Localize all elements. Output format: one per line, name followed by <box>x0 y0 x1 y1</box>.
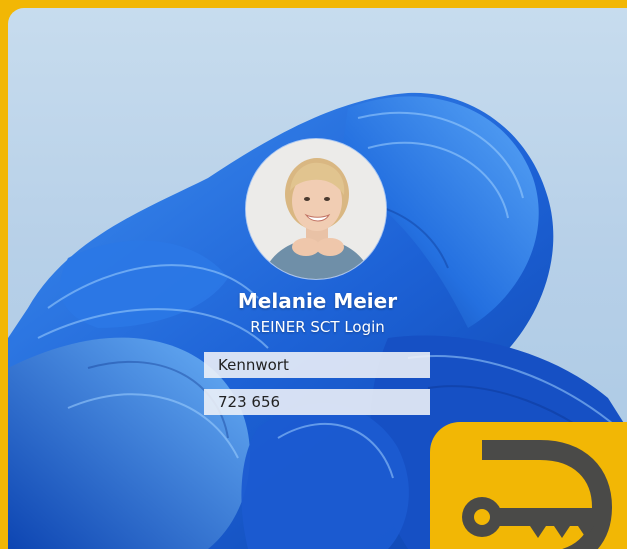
avatar-portrait <box>246 139 386 279</box>
pin-input[interactable] <box>204 389 430 415</box>
reiner-sct-badge <box>430 422 627 549</box>
user-avatar <box>246 139 386 279</box>
login-method-label: REINER SCT Login <box>250 318 385 336</box>
password-input[interactable] <box>204 352 430 378</box>
key-icon <box>462 440 612 549</box>
user-name: Melanie Meier <box>237 289 398 313</box>
window-frame: Melanie Meier REINER SCT Login <box>0 0 627 549</box>
